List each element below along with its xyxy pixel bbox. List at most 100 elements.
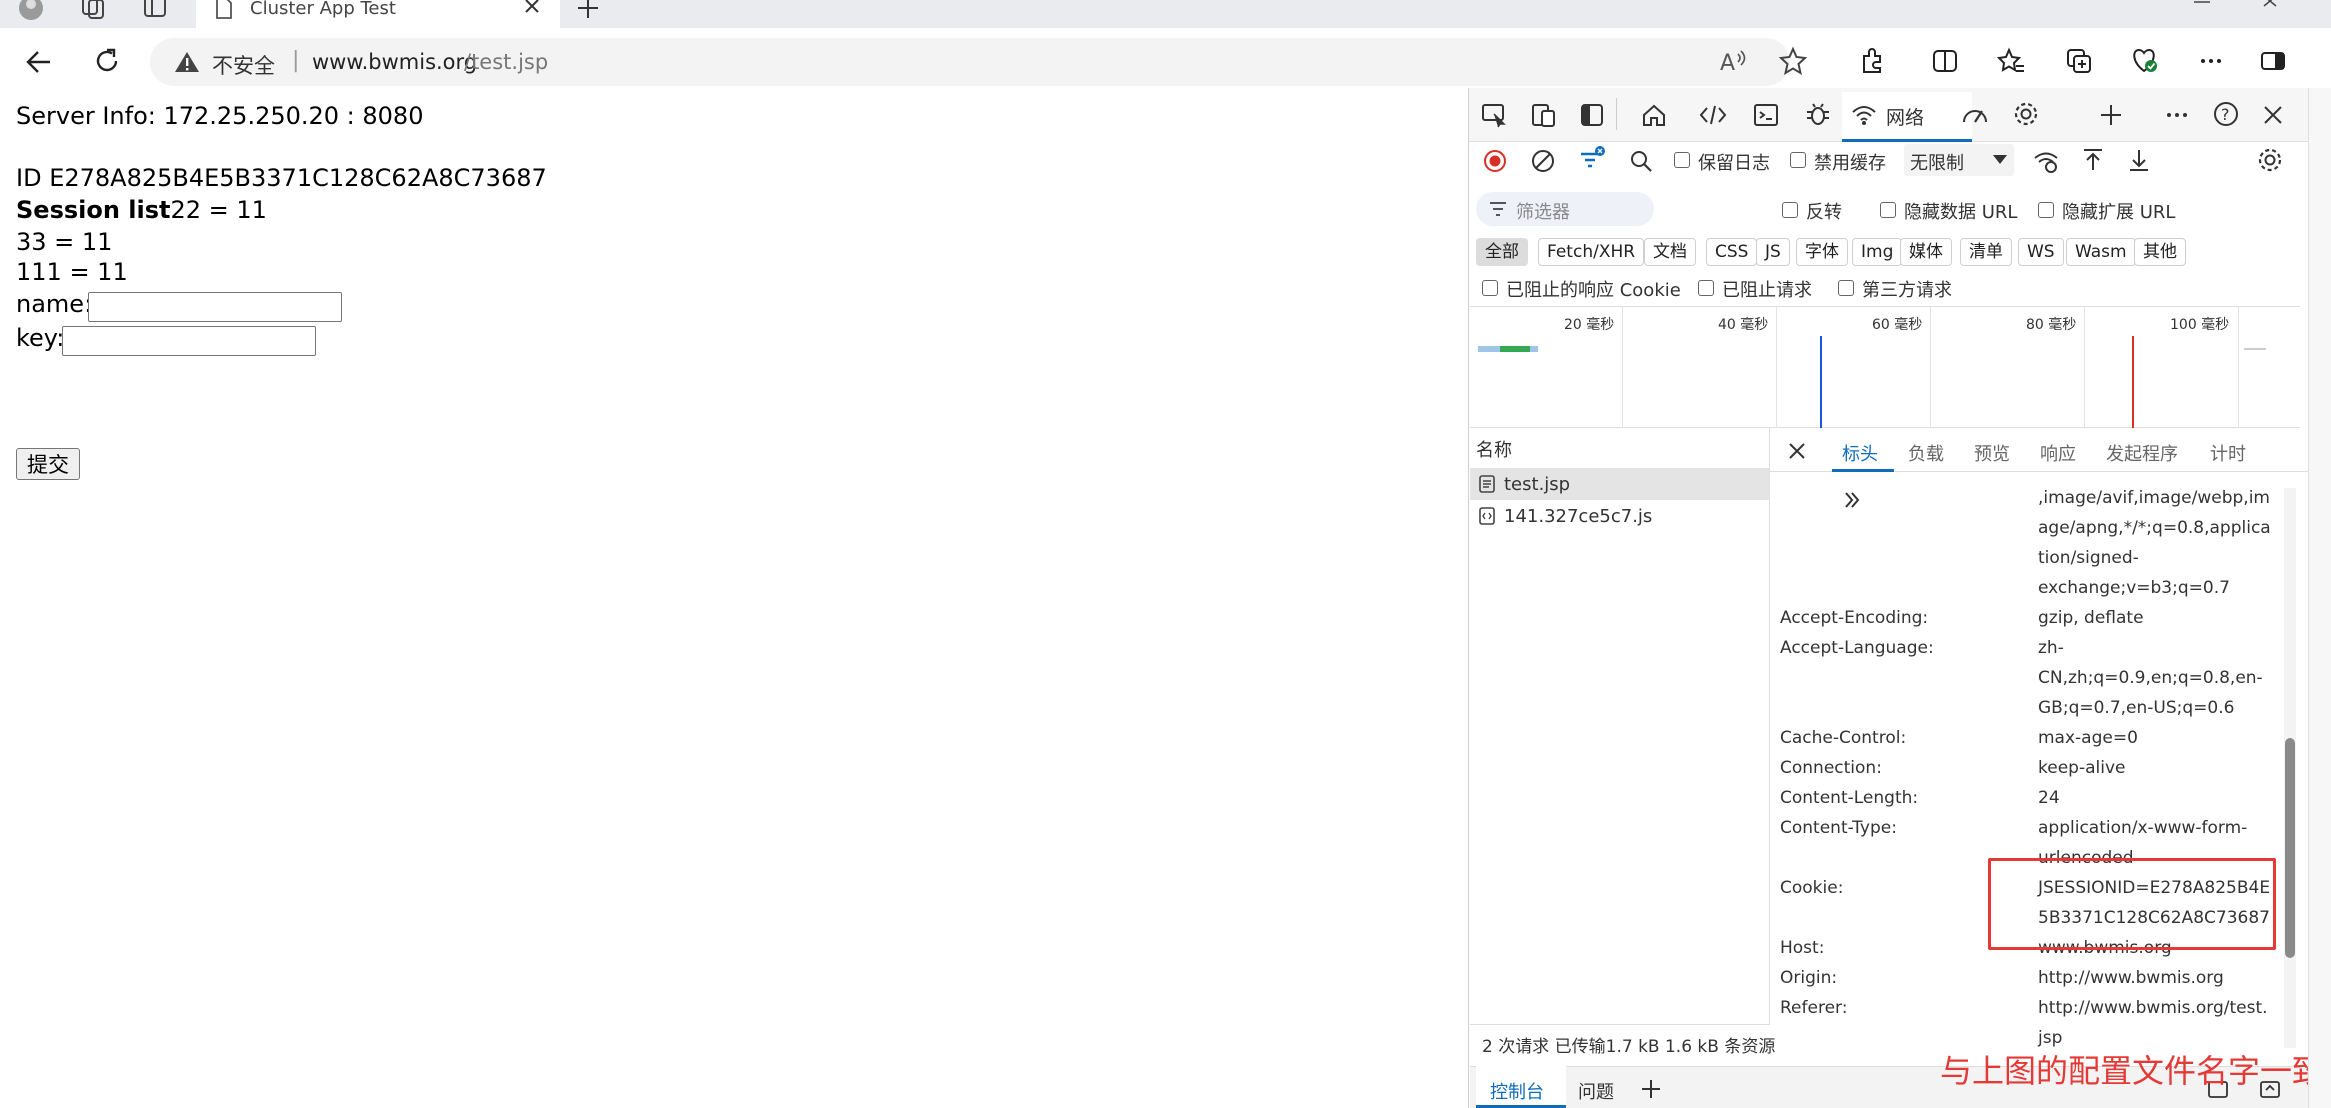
inspect-element-icon[interactable]	[1480, 102, 1508, 128]
type-filter-js[interactable]: JS	[1756, 238, 1790, 266]
warning-icon[interactable]	[174, 50, 200, 74]
tab-timing[interactable]: 计时	[2210, 440, 2246, 466]
request-name[interactable]: 141.327ce5c7.js	[1504, 506, 1652, 527]
url-host[interactable]: www.bwmis.org	[312, 50, 477, 74]
console-tab-icon[interactable]	[1752, 102, 1780, 128]
new-tab-icon[interactable]	[576, 0, 600, 22]
svg-text:?: ?	[2221, 105, 2230, 124]
help-icon[interactable]: ?	[2212, 100, 2240, 128]
minimize-icon[interactable]	[2190, 0, 2214, 10]
split-screen-icon[interactable]	[1930, 46, 1960, 76]
export-har-icon[interactable]	[2126, 146, 2152, 174]
refresh-icon[interactable]	[92, 46, 122, 76]
name-column-header[interactable]: 名称	[1476, 436, 1512, 462]
welcome-home-icon[interactable]	[1640, 102, 1668, 128]
search-icon[interactable]	[1628, 148, 1654, 174]
request-name[interactable]: test.jsp	[1504, 474, 1570, 495]
elements-tab-icon[interactable]	[1698, 102, 1728, 128]
dock-side-icon[interactable]	[1578, 102, 1606, 128]
close-window-icon[interactable]	[2258, 0, 2282, 10]
collections-icon[interactable]	[2064, 46, 2094, 76]
profile-avatar-icon[interactable]	[16, 0, 46, 24]
settings-gear-tab-icon[interactable]	[2012, 100, 2040, 128]
clear-log-icon[interactable]	[1530, 148, 1556, 174]
preserve-log-checkbox[interactable]	[1674, 152, 1690, 168]
type-filter-ws[interactable]: WS	[2018, 238, 2064, 266]
side-panel-strip	[2308, 88, 2331, 1108]
close-devtools-icon[interactable]	[2260, 102, 2286, 128]
tab-initiator[interactable]: 发起程序	[2106, 440, 2178, 466]
timeline-tick: 80 毫秒	[2026, 317, 2077, 333]
favorites-icon[interactable]	[1996, 46, 2026, 76]
add-tool-icon[interactable]	[2098, 102, 2124, 128]
detail-scrollbar-thumb[interactable]	[2285, 738, 2295, 958]
invert-checkbox[interactable]	[1782, 202, 1798, 218]
header-name: Accept-Encoding:	[1780, 608, 1929, 628]
more-tools-icon[interactable]	[2164, 102, 2190, 128]
type-filter-all[interactable]: 全部	[1476, 238, 1528, 266]
back-icon[interactable]	[24, 48, 54, 76]
device-emulation-icon[interactable]	[1530, 102, 1558, 128]
name-input[interactable]	[88, 292, 342, 322]
type-filter-fetch-xhr[interactable]: Fetch/XHR	[1538, 238, 1645, 266]
header-value: gzip, deflate	[2038, 608, 2144, 628]
tab-headers[interactable]: 标头	[1842, 440, 1878, 466]
header-value: CN,zh;q=0.9,en;q=0.8,en-	[2038, 668, 2263, 688]
hide-ext-urls-checkbox[interactable]	[2038, 202, 2054, 218]
browser-essentials-icon[interactable]	[2128, 44, 2160, 76]
performance-icon[interactable]	[1960, 102, 1990, 128]
read-aloud-icon[interactable]: A	[1718, 48, 1748, 76]
tab-payload[interactable]: 负载	[1908, 440, 1944, 466]
tab-preview[interactable]: 预览	[1974, 440, 2010, 466]
add-drawer-tab-icon[interactable]	[1640, 1078, 1662, 1100]
sidebar-toggle-icon[interactable]	[2258, 46, 2288, 76]
header-value: http://www.bwmis.org/test.	[2038, 998, 2268, 1018]
more-menu-icon[interactable]	[2196, 46, 2226, 76]
type-filter-media[interactable]: 媒体	[1900, 238, 1952, 266]
timeline-gridline	[1776, 306, 1777, 428]
header-value: GB;q=0.7,en-US;q=0.6	[2038, 698, 2235, 718]
close-detail-icon[interactable]	[1786, 440, 1808, 462]
chevron-double-right-icon[interactable]	[1840, 488, 1864, 512]
header-value: tion/signed-	[2038, 548, 2139, 568]
type-filter-wasm[interactable]: Wasm	[2066, 238, 2136, 266]
network-conditions-icon[interactable]	[2032, 148, 2060, 174]
blocked-cookies-checkbox[interactable]	[1482, 280, 1498, 296]
submit-button[interactable]: 提交	[16, 448, 80, 480]
key-input[interactable]	[62, 326, 316, 356]
type-filter-doc[interactable]: 文档	[1644, 238, 1696, 266]
close-tab-icon[interactable]	[522, 0, 542, 20]
header-value: application/x-www-form-	[2038, 818, 2248, 838]
blocked-requests-checkbox[interactable]	[1698, 280, 1714, 296]
tab-response[interactable]: 响应	[2040, 440, 2076, 466]
sources-bug-icon[interactable]	[1804, 100, 1832, 128]
import-har-icon[interactable]	[2080, 146, 2106, 174]
header-value: jsp	[2038, 1028, 2063, 1048]
hide-data-urls-checkbox[interactable]	[1880, 202, 1896, 218]
insecure-label[interactable]: 不安全	[212, 50, 275, 80]
type-filter-manifest[interactable]: 清单	[1960, 238, 2012, 266]
favorite-star-icon[interactable]	[1778, 46, 1808, 76]
session-list-label: Session list	[16, 196, 171, 224]
svg-text:A: A	[1720, 51, 1735, 76]
key-label: key:	[16, 324, 65, 352]
header-name: Content-Type:	[1780, 818, 1897, 838]
extensions-icon[interactable]	[1858, 46, 1888, 76]
type-filter-css[interactable]: CSS	[1706, 238, 1758, 266]
type-filter-font[interactable]: 字体	[1796, 238, 1848, 266]
tab-issues[interactable]: 问题	[1578, 1078, 1614, 1104]
filter-funnel-icon[interactable]	[1578, 146, 1608, 174]
network-settings-icon[interactable]	[2256, 146, 2284, 174]
workspaces-icon[interactable]	[80, 0, 106, 22]
timeline-tick: 20 毫秒	[1564, 317, 1615, 333]
vertical-tabs-icon[interactable]	[142, 0, 168, 22]
url-path[interactable]: /test.jsp	[464, 50, 548, 74]
header-name: Content-Length:	[1780, 788, 1919, 808]
session-id: ID E278A825B4E5B3371C128C62A8C73687	[16, 164, 547, 192]
type-filter-other[interactable]: 其他	[2134, 238, 2186, 266]
type-filter-img[interactable]: Img	[1852, 238, 1903, 266]
record-stop-icon[interactable]	[1482, 148, 1508, 174]
disable-cache-checkbox[interactable]	[1790, 152, 1806, 168]
third-party-checkbox[interactable]	[1838, 280, 1854, 296]
header-value: zh-	[2038, 638, 2064, 658]
